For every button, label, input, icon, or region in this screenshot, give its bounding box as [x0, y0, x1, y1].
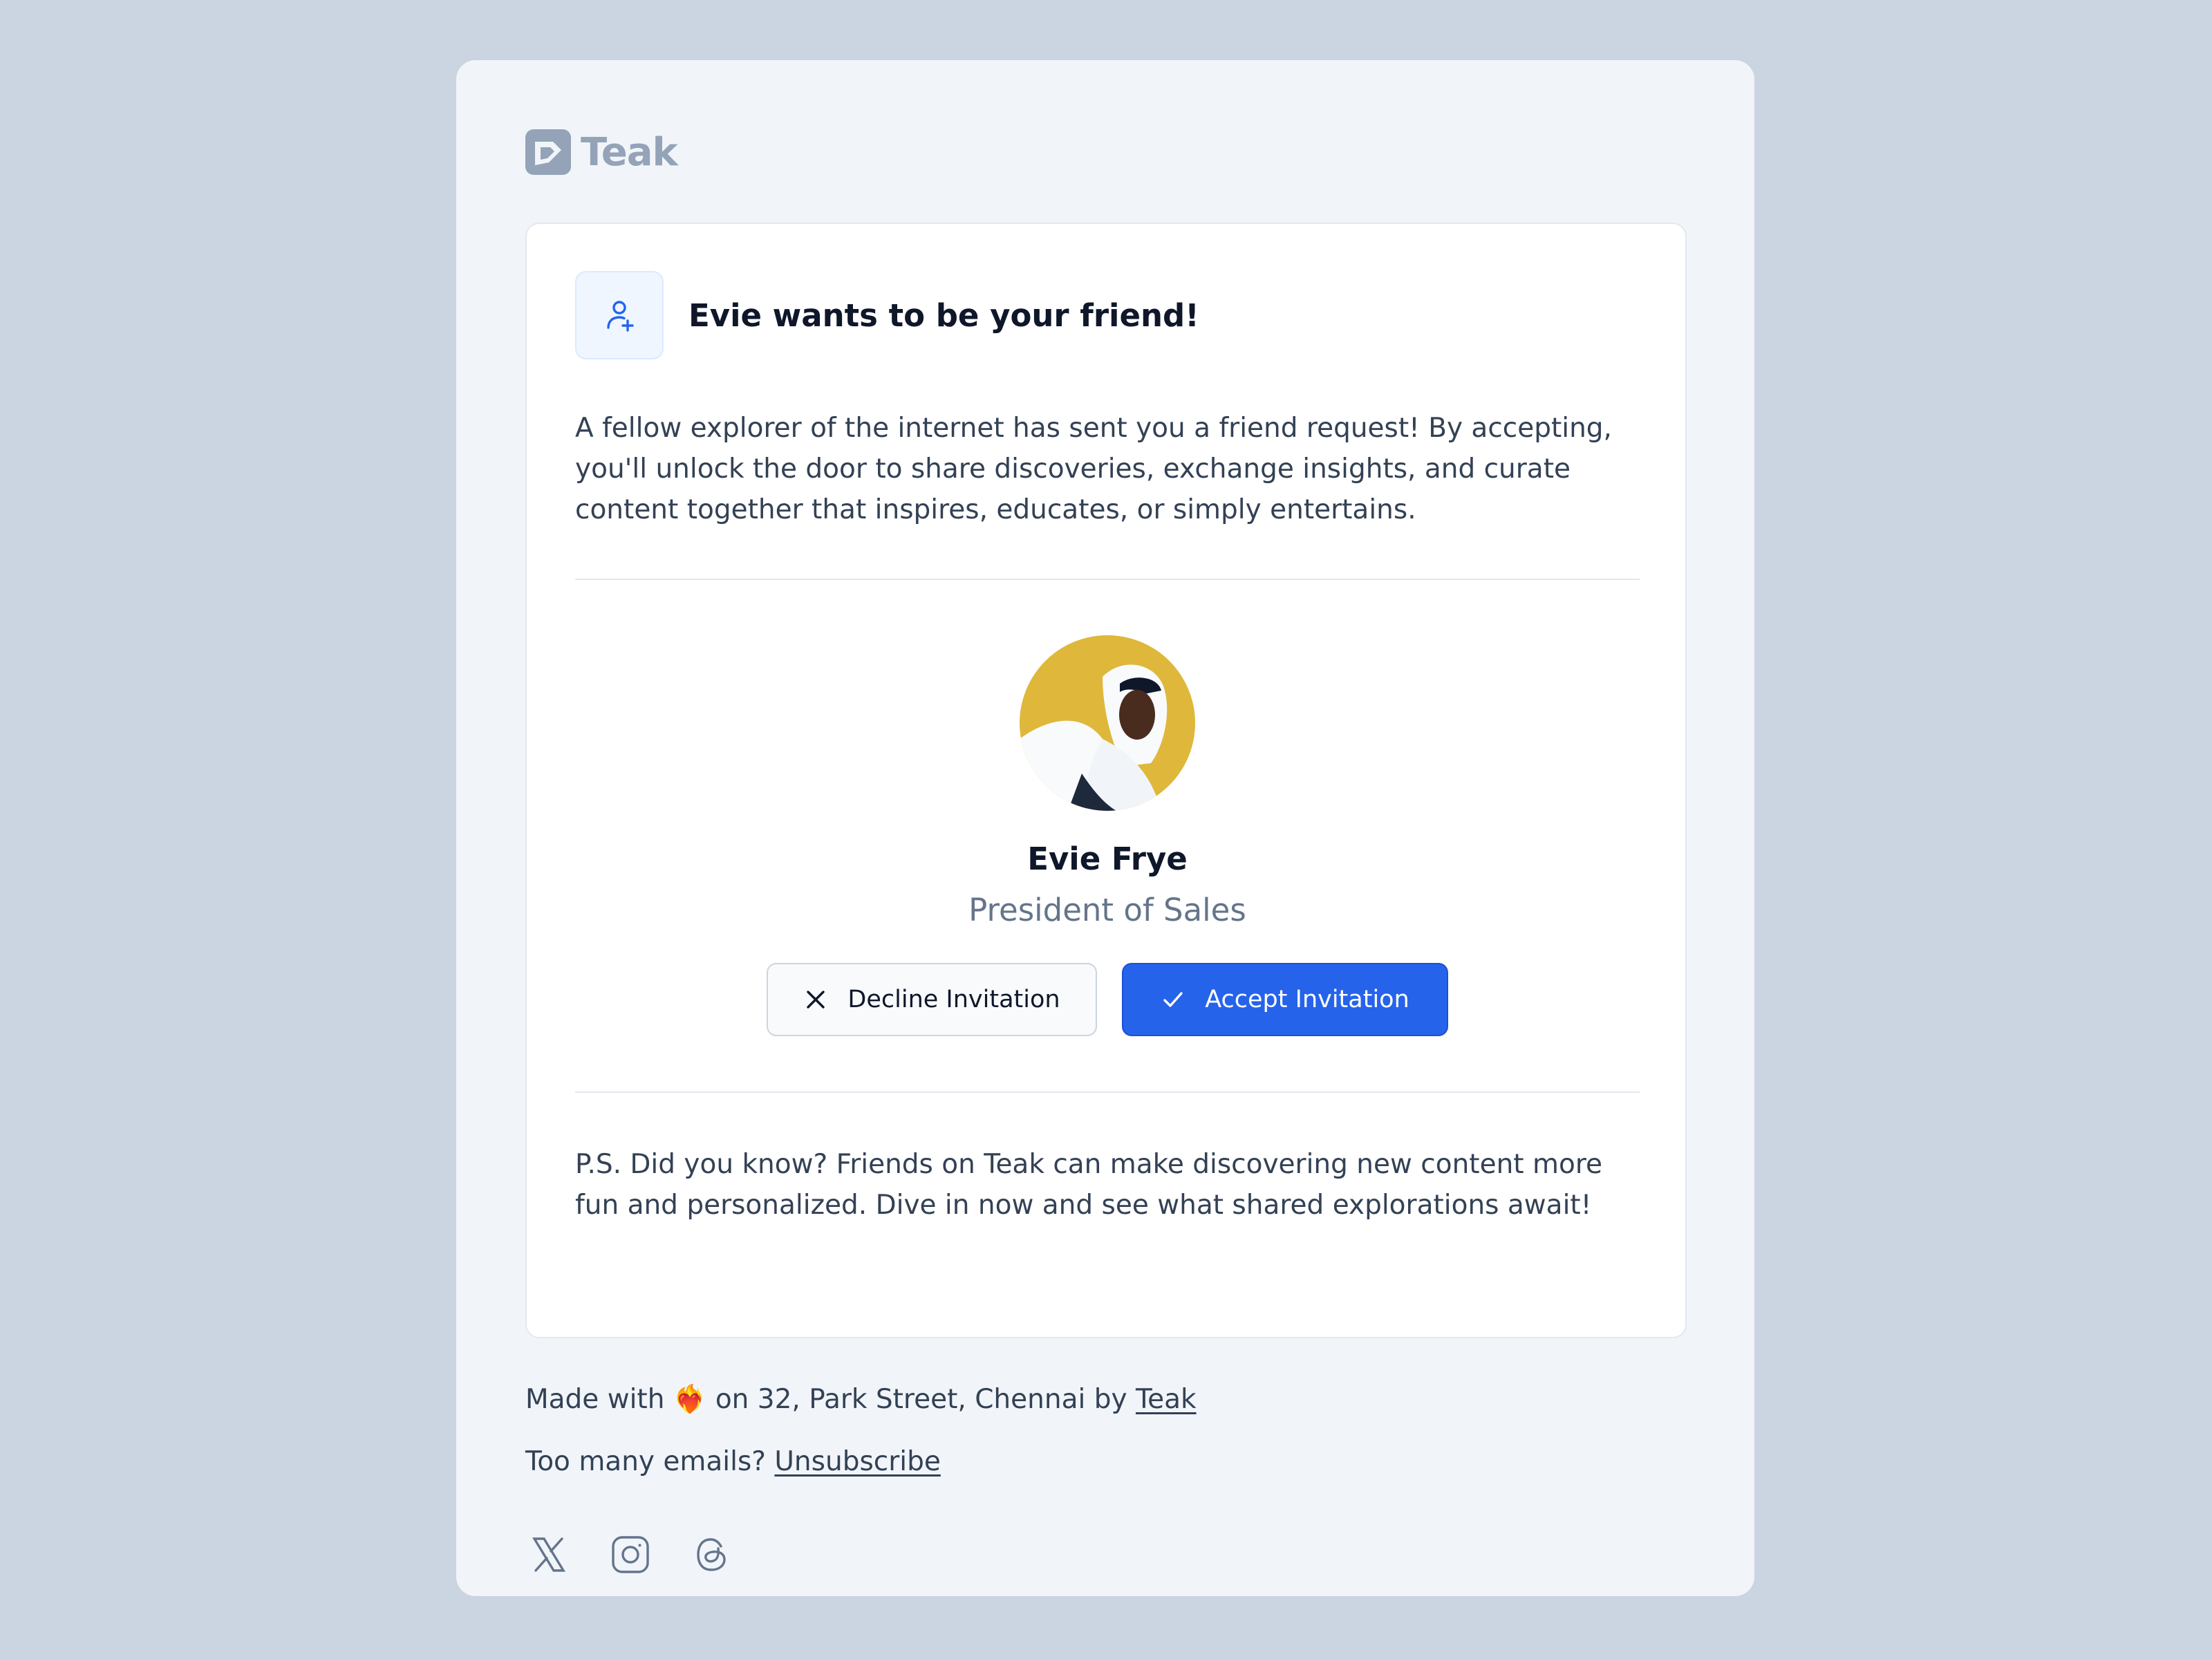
profile-name: Evie Frye	[1027, 841, 1188, 877]
accept-invitation-label: Accept Invitation	[1205, 986, 1409, 1013]
heart-on-fire-emoji: ❤️‍🔥	[673, 1384, 707, 1415]
check-icon	[1163, 992, 1183, 1007]
decline-invitation-label: Decline Invitation	[847, 986, 1060, 1013]
divider	[575, 1091, 1640, 1093]
brand-header: Teak	[525, 129, 1685, 175]
intro-text: A fellow explorer of the internet has se…	[575, 413, 1612, 525]
made-with-line: Made with ❤️‍🔥 on 32, Park Street, Chenn…	[525, 1380, 1687, 1419]
brand-name: Teak	[581, 129, 678, 175]
card-title: Evie wants to be your friend!	[688, 297, 1199, 334]
threads-icon[interactable]	[688, 1531, 735, 1578]
teak-logo-icon	[525, 129, 571, 175]
profile-section: Evie Frye President of Sales Decline Inv…	[575, 580, 1640, 1036]
decline-invitation-button[interactable]: Decline Invitation	[767, 963, 1097, 1036]
social-links	[525, 1531, 1687, 1578]
email-footer: Made with ❤️‍🔥 on 32, Park Street, Chenn…	[525, 1380, 1687, 1578]
invitation-actions: Decline Invitation Accept Invitation	[767, 963, 1448, 1036]
ps-text: P.S. Did you know? Friends on Teak can m…	[575, 1149, 1603, 1221]
instagram-icon[interactable]	[607, 1531, 654, 1578]
friend-request-card: Evie wants to be your friend! A fellow e…	[525, 223, 1687, 1338]
email-container: Teak Evie wants to be your friend! A fel…	[456, 60, 1754, 1596]
unsubscribe-line: Too many emails? Unsubscribe	[525, 1443, 1687, 1481]
avatar[interactable]	[1020, 635, 1195, 811]
made-with-address: on 32, Park Street, Chennai by	[715, 1384, 1127, 1415]
close-icon	[807, 991, 825, 1009]
profile-role: President of Sales	[968, 892, 1246, 928]
teak-link[interactable]: Teak	[1136, 1384, 1197, 1415]
card-header: Evie wants to be your friend!	[575, 271, 1637, 359]
made-with-prefix: Made with	[525, 1384, 665, 1415]
accept-invitation-button[interactable]: Accept Invitation	[1122, 963, 1448, 1036]
emails-prefix: Too many emails?	[525, 1446, 766, 1477]
unsubscribe-link[interactable]: Unsubscribe	[774, 1446, 940, 1477]
user-plus-icon	[575, 271, 664, 359]
x-icon[interactable]	[525, 1531, 572, 1578]
